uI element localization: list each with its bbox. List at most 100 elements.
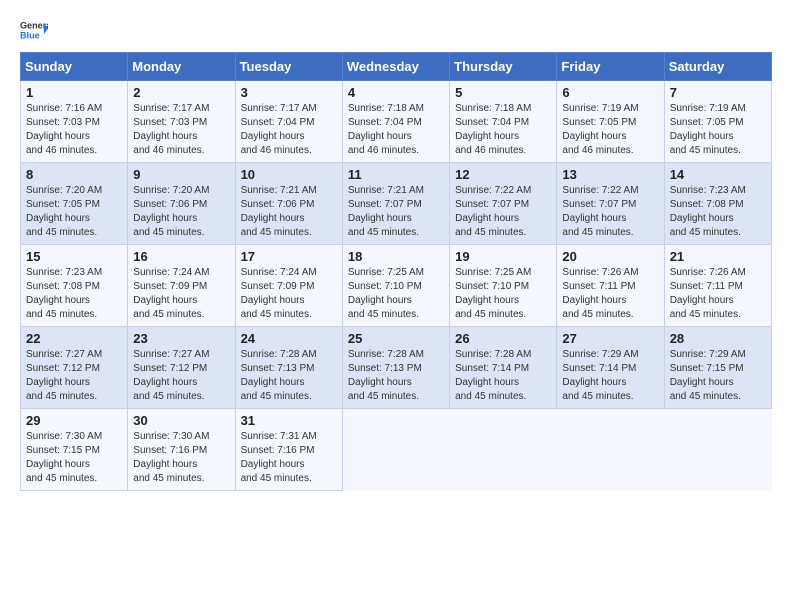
- day-number-31: 31: [241, 413, 337, 428]
- logo: General Blue: [20, 16, 48, 44]
- day-number-22: 22: [26, 331, 122, 346]
- day-info-26: Sunrise: 7:28 AMSunset: 7:14 PMDaylight …: [455, 349, 531, 402]
- day-cell-16: 16 Sunrise: 7:24 AMSunset: 7:09 PMDayligh…: [128, 245, 235, 327]
- week-row-4: 22 Sunrise: 7:27 AMSunset: 7:12 PMDayligh…: [21, 327, 772, 409]
- day-number-14: 14: [670, 167, 766, 182]
- day-cell-31: 31 Sunrise: 7:31 AMSunset: 7:16 PMDayligh…: [235, 409, 342, 491]
- weekday-header-friday: Friday: [557, 53, 664, 81]
- header: General Blue: [20, 16, 772, 44]
- day-info-21: Sunrise: 7:26 AMSunset: 7:11 PMDaylight …: [670, 267, 746, 320]
- day-info-10: Sunrise: 7:21 AMSunset: 7:06 PMDaylight …: [241, 185, 317, 238]
- day-cell-5: 5 Sunrise: 7:18 AMSunset: 7:04 PMDaylight…: [450, 81, 557, 163]
- day-info-16: Sunrise: 7:24 AMSunset: 7:09 PMDaylight …: [133, 267, 209, 320]
- day-cell-29: 29 Sunrise: 7:30 AMSunset: 7:15 PMDayligh…: [21, 409, 128, 491]
- day-number-9: 9: [133, 167, 229, 182]
- day-cell-21: 21 Sunrise: 7:26 AMSunset: 7:11 PMDayligh…: [664, 245, 771, 327]
- day-info-31: Sunrise: 7:31 AMSunset: 7:16 PMDaylight …: [241, 431, 317, 484]
- day-info-2: Sunrise: 7:17 AMSunset: 7:03 PMDaylight …: [133, 103, 209, 156]
- week-row-2: 8Sunrise: 7:20 AMSunset: 7:05 PMDaylight…: [21, 163, 772, 245]
- day-cell-14: 14 Sunrise: 7:23 AMSunset: 7:08 PMDayligh…: [664, 163, 771, 245]
- day-number-4: 4: [348, 85, 444, 100]
- day-cell-22: 22 Sunrise: 7:27 AMSunset: 7:12 PMDayligh…: [21, 327, 128, 409]
- day-number-21: 21: [670, 249, 766, 264]
- day-info-7: Sunrise: 7:19 AMSunset: 7:05 PMDaylight …: [670, 103, 746, 156]
- day-cell-8: 8Sunrise: 7:20 AMSunset: 7:05 PMDaylight…: [21, 163, 128, 245]
- day-cell-23: 23 Sunrise: 7:27 AMSunset: 7:12 PMDayligh…: [128, 327, 235, 409]
- weekday-header-saturday: Saturday: [664, 53, 771, 81]
- day-cell-15: 15Sunrise: 7:23 AMSunset: 7:08 PMDayligh…: [21, 245, 128, 327]
- day-info-29: Sunrise: 7:30 AMSunset: 7:15 PMDaylight …: [26, 431, 102, 484]
- day-number-25: 25: [348, 331, 444, 346]
- day-number-29: 29: [26, 413, 122, 428]
- day-number-26: 26: [455, 331, 551, 346]
- weekday-header-sunday: Sunday: [21, 53, 128, 81]
- day-cell-28: 28Sunrise: 7:29 AMSunset: 7:15 PMDayligh…: [664, 327, 771, 409]
- day-number-2: 2: [133, 85, 229, 100]
- day-cell-27: 27 Sunrise: 7:29 AMSunset: 7:14 PMDayligh…: [557, 327, 664, 409]
- day-number-8: 8: [26, 167, 122, 182]
- day-info-5: Sunrise: 7:18 AMSunset: 7:04 PMDaylight …: [455, 103, 531, 156]
- weekday-header-tuesday: Tuesday: [235, 53, 342, 81]
- day-number-7: 7: [670, 85, 766, 100]
- day-cell-13: 13 Sunrise: 7:22 AMSunset: 7:07 PMDayligh…: [557, 163, 664, 245]
- day-info-4: Sunrise: 7:18 AMSunset: 7:04 PMDaylight …: [348, 103, 424, 156]
- day-cell-30: 30Sunrise: 7:30 AMSunset: 7:16 PMDayligh…: [128, 409, 235, 491]
- day-cell-26: 26 Sunrise: 7:28 AMSunset: 7:14 PMDayligh…: [450, 327, 557, 409]
- week-row-1: 1 Sunrise: 7:16 AMSunset: 7:03 PMDaylight…: [21, 81, 772, 163]
- weekday-header-wednesday: Wednesday: [342, 53, 449, 81]
- day-number-5: 5: [455, 85, 551, 100]
- day-number-13: 13: [562, 167, 658, 182]
- day-cell-3: 3Sunrise: 7:17 AMSunset: 7:04 PMDaylight…: [235, 81, 342, 163]
- day-cell-24: 24 Sunrise: 7:28 AMSunset: 7:13 PMDayligh…: [235, 327, 342, 409]
- weekday-header-thursday: Thursday: [450, 53, 557, 81]
- day-info-28: Sunrise: 7:29 AMSunset: 7:15 PMDaylight …: [670, 349, 746, 402]
- day-number-16: 16: [133, 249, 229, 264]
- day-info-24: Sunrise: 7:28 AMSunset: 7:13 PMDaylight …: [241, 349, 317, 402]
- day-cell-20: 20 Sunrise: 7:26 AMSunset: 7:11 PMDayligh…: [557, 245, 664, 327]
- day-info-1: Sunrise: 7:16 AMSunset: 7:03 PMDaylight …: [26, 103, 102, 156]
- day-number-11: 11: [348, 167, 444, 182]
- day-info-27: Sunrise: 7:29 AMSunset: 7:14 PMDaylight …: [562, 349, 638, 402]
- weekday-header-monday: Monday: [128, 53, 235, 81]
- day-number-23: 23: [133, 331, 229, 346]
- day-number-3: 3: [241, 85, 337, 100]
- day-number-27: 27: [562, 331, 658, 346]
- calendar-table: SundayMondayTuesdayWednesdayThursdayFrid…: [20, 52, 772, 491]
- logo-icon: General Blue: [20, 16, 48, 44]
- day-number-6: 6: [562, 85, 658, 100]
- day-info-25: Sunrise: 7:28 AMSunset: 7:13 PMDaylight …: [348, 349, 424, 402]
- day-info-11: Sunrise: 7:21 AMSunset: 7:07 PMDaylight …: [348, 185, 424, 238]
- day-number-1: 1: [26, 85, 122, 100]
- day-cell-17: 17 Sunrise: 7:24 AMSunset: 7:09 PMDayligh…: [235, 245, 342, 327]
- day-info-13: Sunrise: 7:22 AMSunset: 7:07 PMDaylight …: [562, 185, 638, 238]
- day-cell-19: 19 Sunrise: 7:25 AMSunset: 7:10 PMDayligh…: [450, 245, 557, 327]
- day-cell-6: 6 Sunrise: 7:19 AMSunset: 7:05 PMDaylight…: [557, 81, 664, 163]
- day-cell-12: 12 Sunrise: 7:22 AMSunset: 7:07 PMDayligh…: [450, 163, 557, 245]
- day-info-12: Sunrise: 7:22 AMSunset: 7:07 PMDaylight …: [455, 185, 531, 238]
- day-cell-2: 2 Sunrise: 7:17 AMSunset: 7:03 PMDaylight…: [128, 81, 235, 163]
- day-cell-18: 18Sunrise: 7:25 AMSunset: 7:10 PMDayligh…: [342, 245, 449, 327]
- day-info-14: Sunrise: 7:23 AMSunset: 7:08 PMDaylight …: [670, 185, 746, 238]
- day-number-12: 12: [455, 167, 551, 182]
- empty-cell: [557, 409, 664, 491]
- week-row-5: 29 Sunrise: 7:30 AMSunset: 7:15 PMDayligh…: [21, 409, 772, 491]
- empty-cell: [450, 409, 557, 491]
- day-number-19: 19: [455, 249, 551, 264]
- day-cell-11: 11 Sunrise: 7:21 AMSunset: 7:07 PMDayligh…: [342, 163, 449, 245]
- day-cell-7: 7 Sunrise: 7:19 AMSunset: 7:05 PMDaylight…: [664, 81, 771, 163]
- day-info-15: Sunrise: 7:23 AMSunset: 7:08 PMDaylight …: [26, 267, 102, 320]
- day-info-19: Sunrise: 7:25 AMSunset: 7:10 PMDaylight …: [455, 267, 531, 320]
- day-cell-25: 25 Sunrise: 7:28 AMSunset: 7:13 PMDayligh…: [342, 327, 449, 409]
- day-info-22: Sunrise: 7:27 AMSunset: 7:12 PMDaylight …: [26, 349, 102, 402]
- day-number-18: 18: [348, 249, 444, 264]
- day-number-20: 20: [562, 249, 658, 264]
- day-info-17: Sunrise: 7:24 AMSunset: 7:09 PMDaylight …: [241, 267, 317, 320]
- day-number-24: 24: [241, 331, 337, 346]
- day-info-6: Sunrise: 7:19 AMSunset: 7:05 PMDaylight …: [562, 103, 638, 156]
- day-info-20: Sunrise: 7:26 AMSunset: 7:11 PMDaylight …: [562, 267, 638, 320]
- day-info-30: Sunrise: 7:30 AMSunset: 7:16 PMDaylight …: [133, 431, 209, 484]
- day-info-23: Sunrise: 7:27 AMSunset: 7:12 PMDaylight …: [133, 349, 209, 402]
- day-number-17: 17: [241, 249, 337, 264]
- day-info-9: Sunrise: 7:20 AMSunset: 7:06 PMDaylight …: [133, 185, 209, 238]
- week-row-3: 15Sunrise: 7:23 AMSunset: 7:08 PMDayligh…: [21, 245, 772, 327]
